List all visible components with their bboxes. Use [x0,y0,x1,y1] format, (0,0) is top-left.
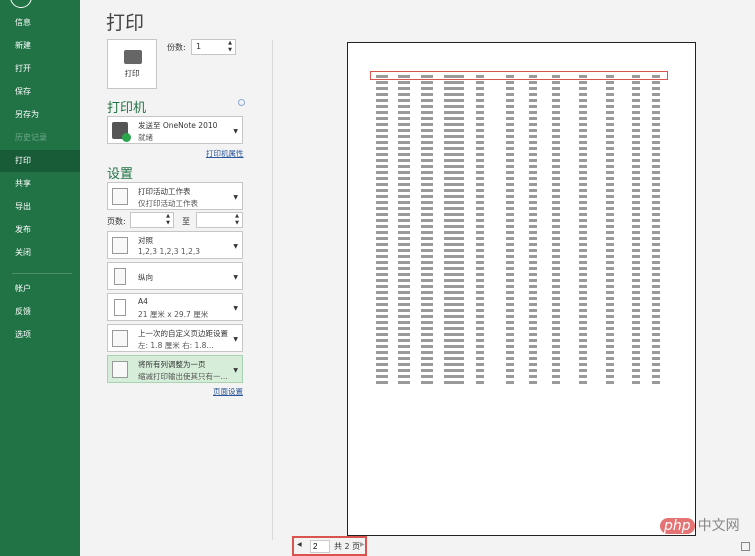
dd-label: A4 [138,297,148,306]
dd-label: 上一次的自定义页边距设置 [138,329,228,338]
to-label: 至 [182,217,190,226]
page-setup-link[interactable]: 页面设置 [213,386,243,397]
chevron-down-icon: ▼ [233,128,238,135]
scaling-dropdown[interactable]: 将所有列调整为一页 缩减打印输出使其只有一... ▼ [107,355,243,383]
sidebar-item[interactable]: 打印 [0,150,80,172]
dd-label: 纵向 [138,273,153,282]
copies-input[interactable]: 1 ▲ ▼ [191,39,236,55]
print-what-dropdown[interactable]: 打印活动工作表 仅打印活动工作表 ▼ [107,182,243,210]
sheet-grid-icon [112,188,128,205]
portrait-page-icon [114,268,126,285]
print-preview-page [347,42,696,536]
sidebar-item[interactable]: 新建 [0,35,80,57]
chevron-down-icon: ▼ [233,243,238,250]
watermark: php 中文网 [660,515,740,535]
copies-label: 份数: [167,43,186,52]
sidebar-item[interactable]: 帐户 [0,278,80,300]
sidebar-item[interactable]: 共享 [0,173,80,195]
collate-icon [112,237,128,254]
printer-icon [124,50,142,64]
sidebar-item[interactable]: 发布 [0,219,80,241]
sidebar-item[interactable]: 历史记录 [0,127,80,149]
dd-sub: 左: 1.8 厘米 右: 1.8... [138,341,214,350]
info-icon[interactable] [238,99,245,106]
printer-status: 就绪 [138,133,153,142]
printer-heading: 打印机 [107,101,147,116]
print-button-label: 打印 [124,69,140,78]
header-row-highlight [370,71,668,80]
margins-dropdown[interactable]: 上一次的自定义页边距设置 左: 1.8 厘米 右: 1.8... ▼ [107,324,243,352]
printer-name: 发送至 OneNote 2010 [138,121,218,130]
paper-size-dropdown[interactable]: A4 21 厘米 x 29.7 厘米 ▼ [107,293,243,321]
dd-label: 将所有列调整为一页 [138,360,206,369]
sidebar-item[interactable]: 保存 [0,81,80,103]
sidebar-item[interactable]: 关闭 [0,242,80,264]
dd-sub: 1,2,3 1,2,3 1,2,3 [138,247,201,256]
dd-label: 对照 [138,236,153,245]
chevron-down-icon: ▼ [233,367,238,374]
dd-label: 打印活动工作表 [138,187,191,196]
printer-dropdown[interactable]: 发送至 OneNote 2010 就绪 ▼ [107,116,243,144]
backstage-sidebar: 信息 新建 打开 保存 另存为 历史记录 打印 共享 导出 发布 关闭帐户 反馈 选项 [0,0,80,556]
prev-page-icon[interactable]: ◀ [297,541,302,548]
print-button[interactable]: 打印 [107,39,157,89]
chevron-down-icon: ▼ [233,274,238,281]
sidebar-item[interactable]: 选项 [0,324,80,346]
dd-sub: 仅打印活动工作表 [138,199,198,208]
back-arrow-icon[interactable] [10,0,32,8]
settings-heading: 设置 [107,167,134,182]
sidebar-item[interactable]: 打开 [0,58,80,80]
pages-to-input[interactable]: ▲ ▼ [196,212,243,228]
dd-sub: 缩减打印输出使其只有一... [138,372,228,381]
next-page-icon[interactable]: ▶ [360,541,365,548]
collate-dropdown[interactable]: 对照 1,2,3 1,2,3 1,2,3 ▼ [107,231,243,259]
current-page-input[interactable] [310,540,330,553]
chevron-down-icon: ▼ [233,336,238,343]
chevron-down-icon: ▼ [233,194,238,201]
dd-sub: 21 厘米 x 29.7 厘米 [138,310,209,319]
sidebar-item[interactable]: 信息 [0,12,80,34]
sidebar-item[interactable]: 导出 [0,196,80,218]
pages-label: 页数: [107,217,126,226]
chevron-down-icon: ▼ [233,305,238,312]
fit-columns-icon [112,361,128,378]
panel-divider [272,40,273,540]
pages-from-input[interactable]: ▲ ▼ [130,212,174,228]
sidebar-divider [12,273,72,274]
paper-icon [114,299,126,316]
page-title: 打印 [106,12,145,34]
total-pages: 共 2 页 [334,542,361,551]
printer-ready-icon [112,122,131,142]
sidebar-item[interactable]: 反馈 [0,301,80,323]
sidebar-item[interactable]: 另存为 [0,104,80,126]
page-navigator: ◀ 共 2 页 ▶ [292,536,367,556]
zoom-to-page-icon[interactable] [741,542,750,551]
margins-icon [112,330,128,347]
orientation-dropdown[interactable]: 纵向 ▼ [107,262,243,290]
printer-properties-link[interactable]: 打印机属性 [206,148,244,159]
